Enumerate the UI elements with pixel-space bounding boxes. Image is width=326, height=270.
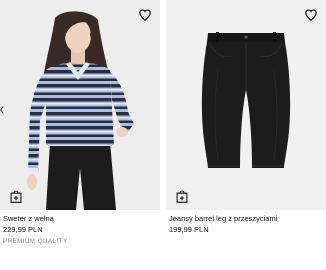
product-card-jeans[interactable]: Jeansy barrel leg z przeszyciami 199,99 … bbox=[166, 0, 326, 235]
sweater-model-photo bbox=[27, 11, 134, 210]
product-info-jeans: Jeansy barrel leg z przeszyciami 199,99 … bbox=[166, 210, 326, 235]
product-info-sweater: Sweter z wełną 229,99 PLN PREMIUM QUALIT… bbox=[0, 210, 160, 246]
product-price: 199,99 PLN bbox=[169, 225, 209, 234]
product-card-sweater[interactable]: Sweter z wełną 229,99 PLN PREMIUM QUALIT… bbox=[0, 0, 160, 246]
add-to-bag-icon[interactable] bbox=[175, 188, 189, 204]
chevron-left-icon[interactable] bbox=[0, 104, 4, 116]
product-name[interactable]: Sweter z wełną bbox=[3, 214, 157, 224]
heart-outline-icon[interactable] bbox=[138, 8, 152, 22]
product-image-sweater[interactable] bbox=[0, 0, 160, 210]
heart-outline-icon[interactable] bbox=[304, 8, 318, 22]
add-to-bag-icon[interactable] bbox=[9, 188, 23, 204]
product-name[interactable]: Jeansy barrel leg z przeszyciami bbox=[169, 214, 323, 224]
product-price: 229,99 PLN bbox=[3, 225, 43, 234]
product-grid: Sweter z wełną 229,99 PLN PREMIUM QUALIT… bbox=[0, 0, 326, 270]
premium-quality-badge: PREMIUM QUALITY bbox=[3, 239, 68, 245]
jeans-product-photo bbox=[201, 32, 291, 168]
product-image-jeans[interactable] bbox=[166, 0, 326, 210]
